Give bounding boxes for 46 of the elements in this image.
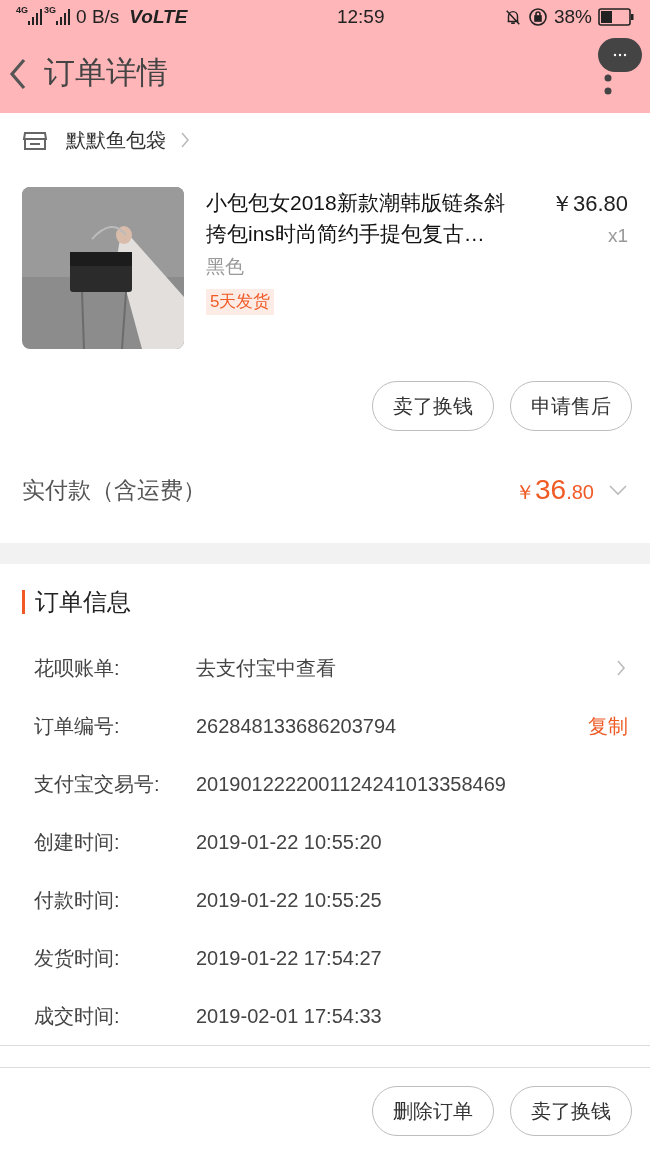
chevron-down-icon	[608, 484, 628, 497]
info-value: 2019012222001124241013358469	[196, 772, 506, 798]
product-price: ￥36.80	[550, 190, 628, 219]
info-value[interactable]: 去支付宝中查看	[196, 653, 336, 684]
action-button[interactable]: 卖了换钱	[510, 1086, 632, 1137]
info-label: 发货时间:	[34, 946, 121, 972]
rotation-lock-icon	[527, 7, 548, 27]
info-label: 创建时间:	[34, 830, 121, 856]
action-button[interactable]: 删除订单	[372, 1086, 494, 1137]
volte-label: VoLTE	[129, 4, 188, 29]
action-button[interactable]: 申请售后	[510, 381, 632, 432]
product-variant: 黑色	[206, 254, 245, 279]
action-button[interactable]: 卖了换钱	[372, 381, 494, 432]
shop-name: 默默鱼包袋	[66, 128, 166, 154]
info-label: 订单编号:	[34, 714, 121, 740]
battery-icon	[598, 8, 634, 26]
info-value: 2019-01-22 10:55:20	[196, 830, 382, 856]
info-label: 付款时间:	[34, 888, 121, 914]
info-label: 支付宝交易号:	[34, 772, 161, 798]
page-title: 订单详情	[44, 54, 168, 93]
signal-icon	[56, 9, 71, 25]
section-title: 订单信息	[35, 586, 131, 617]
data-speed: 0 B/s	[76, 4, 120, 29]
network-type: 4G	[16, 4, 28, 17]
info-value: 2019-01-22 10:55:25	[196, 888, 382, 914]
info-label: 成交时间:	[34, 1004, 121, 1030]
menu-icon	[604, 74, 612, 96]
chevron-right-icon	[180, 131, 190, 150]
signal-icon	[28, 9, 42, 25]
more-button[interactable]	[598, 38, 642, 72]
battery-percent: 38%	[553, 4, 592, 29]
chevron-right-icon	[616, 659, 626, 678]
clock: 12:59	[335, 4, 385, 29]
more-icon	[613, 53, 627, 57]
shipping-tag: 5天发货	[206, 289, 275, 315]
bell-off-icon	[503, 8, 522, 26]
info-value: 262848133686203794	[196, 714, 397, 740]
info-value: 2019-01-22 17:54:27	[196, 946, 382, 972]
info-label: 花呗账单:	[34, 656, 121, 682]
quantity: x1	[607, 224, 628, 249]
shop-row[interactable]: 默默鱼包袋	[0, 113, 650, 168]
info-value: 2019-02-01 17:54:33	[196, 1004, 382, 1030]
payment-amount: ￥36.80	[515, 473, 594, 508]
network-type: 3G	[44, 4, 57, 17]
payment-label: 实付款（含运费）	[22, 476, 206, 505]
product-title: 小包包女2018新款潮韩版链条斜挎包ins时尚简约手提包复古…	[206, 190, 506, 248]
